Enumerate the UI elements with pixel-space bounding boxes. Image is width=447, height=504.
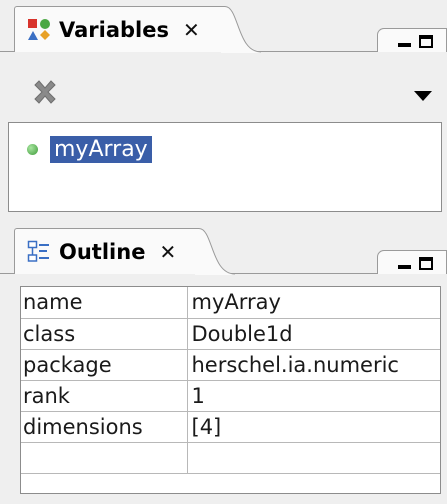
property-key: name (21, 287, 188, 319)
property-key: rank (21, 379, 188, 412)
remove-variable-icon[interactable] (30, 78, 60, 108)
table-row[interactable]: class Double1d (21, 317, 440, 350)
tab-outline-label: Outline (59, 239, 146, 264)
table-row[interactable]: dimensions [4] (21, 410, 440, 443)
property-value: myArray (186, 287, 440, 319)
property-key: class (21, 317, 188, 350)
property-value-empty (186, 441, 440, 474)
close-icon[interactable]: ✕ (183, 18, 200, 42)
variables-view: Variables ✕ myArray (0, 0, 447, 220)
minimize-icon[interactable] (398, 43, 411, 47)
tab-outline[interactable]: Outline ✕ (14, 228, 196, 274)
property-key: package (21, 348, 188, 381)
outline-icon (27, 240, 51, 264)
variables-list: myArray (8, 122, 442, 212)
table-row[interactable]: name myArray (21, 287, 440, 319)
maximize-icon[interactable] (419, 257, 433, 270)
properties-table: name myArray class Double1d package hers… (20, 286, 441, 494)
property-key-empty (21, 441, 188, 474)
table-row-empty (21, 441, 440, 474)
variables-icon (27, 18, 51, 42)
close-icon[interactable]: ✕ (159, 240, 176, 264)
tab-variables-label: Variables (59, 17, 169, 42)
table-row[interactable]: package herschel.ia.numeric (21, 348, 440, 381)
list-item[interactable]: myArray (9, 135, 441, 165)
tab-curve (195, 228, 235, 275)
outline-margin (0, 274, 20, 504)
view-window-controls (377, 250, 447, 274)
minimize-icon[interactable] (398, 265, 411, 269)
property-value: [4] (186, 410, 440, 443)
property-value: 1 (186, 379, 440, 412)
view-window-controls (377, 28, 447, 52)
outline-view: Outline ✕ name myArray class Double1d pa… (0, 222, 447, 504)
tab-curve (221, 6, 261, 53)
tab-variables[interactable]: Variables ✕ (14, 6, 222, 52)
variable-status-icon (27, 144, 38, 155)
variable-name: myArray (50, 136, 152, 163)
property-key: dimensions (21, 410, 188, 443)
property-value: herschel.ia.numeric (186, 348, 440, 381)
outline-tabstrip: Outline ✕ (0, 222, 447, 275)
property-value: Double1d (186, 317, 440, 350)
chevron-down-icon[interactable] (412, 88, 434, 104)
variables-tabstrip: Variables ✕ (0, 0, 447, 53)
table-row[interactable]: rank 1 (21, 379, 440, 412)
variables-toolbar (0, 52, 447, 122)
maximize-icon[interactable] (419, 35, 433, 48)
